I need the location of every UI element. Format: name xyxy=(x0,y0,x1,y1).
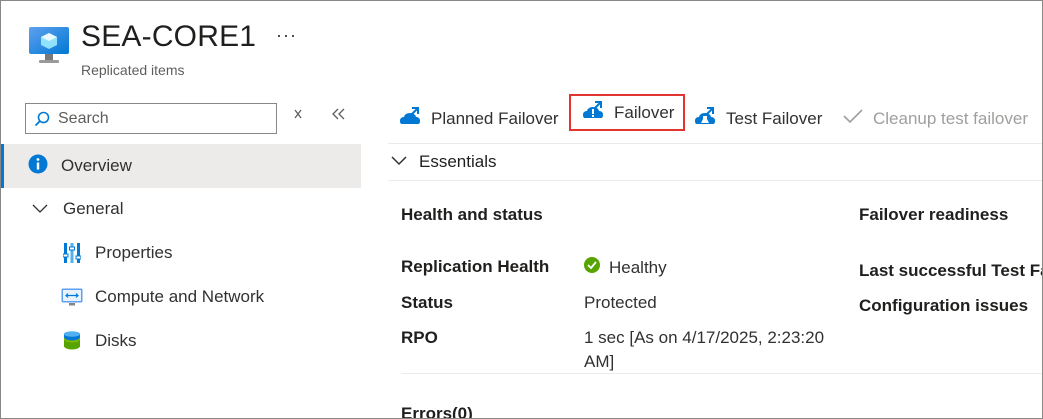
replication-health-value: Healthy xyxy=(584,257,667,278)
virtual-machine-icon xyxy=(28,25,70,65)
section-divider xyxy=(401,373,1042,374)
search-input[interactable] xyxy=(58,109,258,128)
healthy-check-icon xyxy=(584,257,600,278)
sidebar-item-label: Disks xyxy=(95,331,137,350)
failover-icon xyxy=(582,99,604,126)
sidebar-item-disks[interactable]: Disks xyxy=(1,319,137,363)
health-and-status-heading: Health and status xyxy=(401,205,543,224)
planned-failover-label: Planned Failover xyxy=(431,108,559,128)
page-subtitle: Replicated items xyxy=(81,62,185,78)
status-label: Status xyxy=(401,293,453,312)
errors-heading: Errors(0) xyxy=(401,404,473,419)
rpo-value-line2: AM] xyxy=(584,352,615,371)
test-failover-button[interactable]: Test Failover xyxy=(694,102,822,135)
sidebar-item-label: Compute and Network xyxy=(95,287,265,306)
rpo-label: RPO xyxy=(401,328,438,347)
cleanup-test-failover-button[interactable]: Cleanup test failover xyxy=(843,102,1028,135)
chevron-down-icon xyxy=(32,199,48,219)
page-title: SEA-CORE1 xyxy=(81,20,257,53)
failover-label: Failover xyxy=(614,102,675,122)
essentials-title: Essentials xyxy=(419,152,497,171)
properties-icon xyxy=(61,242,83,264)
configuration-issues-label: Configuration issues xyxy=(859,296,1029,315)
planned-failover-icon xyxy=(399,105,421,132)
rpo-value-line1: 1 sec [As on 4/17/2025, 2:23:20 xyxy=(584,328,825,347)
collapse-sidebar-icon[interactable] xyxy=(332,107,346,125)
search-box[interactable] xyxy=(25,103,277,134)
clear-icon[interactable] xyxy=(292,107,304,125)
sidebar-item-overview[interactable]: Overview xyxy=(1,144,361,188)
replicated-item-blade: SEA-CORE1 ··· Replicated items Overview … xyxy=(0,0,1043,419)
replication-health-text: Healthy xyxy=(609,257,667,277)
test-failover-icon xyxy=(694,105,716,132)
status-value: Protected xyxy=(584,293,657,312)
chevron-down-icon xyxy=(391,153,407,171)
essentials-toggle[interactable]: Essentials xyxy=(388,143,1042,181)
test-failover-label: Test Failover xyxy=(726,108,823,128)
info-icon xyxy=(28,154,48,179)
cleanup-test-failover-label: Cleanup test failover xyxy=(873,108,1028,128)
sidebar-group-general[interactable]: General xyxy=(1,187,123,231)
checkmark-icon xyxy=(843,108,863,129)
sidebar-item-label: General xyxy=(63,199,124,218)
sidebar-item-compute-and-network[interactable]: Compute and Network xyxy=(1,275,264,319)
failover-readiness-heading: Failover readiness xyxy=(859,205,1009,224)
more-options-button[interactable]: ··· xyxy=(276,25,297,46)
last-successful-test-failover-label: Last successful Test Fa xyxy=(859,261,1043,280)
disks-icon xyxy=(61,331,83,351)
network-icon xyxy=(61,288,83,306)
sidebar-item-label: Overview xyxy=(61,156,132,175)
sidebar-item-label: Properties xyxy=(95,243,173,262)
replication-health-label: Replication Health xyxy=(401,257,550,276)
failover-button[interactable]: Failover xyxy=(569,94,686,131)
search-icon xyxy=(34,111,50,126)
sidebar-item-properties[interactable]: Properties xyxy=(1,231,172,275)
planned-failover-button[interactable]: Planned Failover xyxy=(399,102,559,135)
